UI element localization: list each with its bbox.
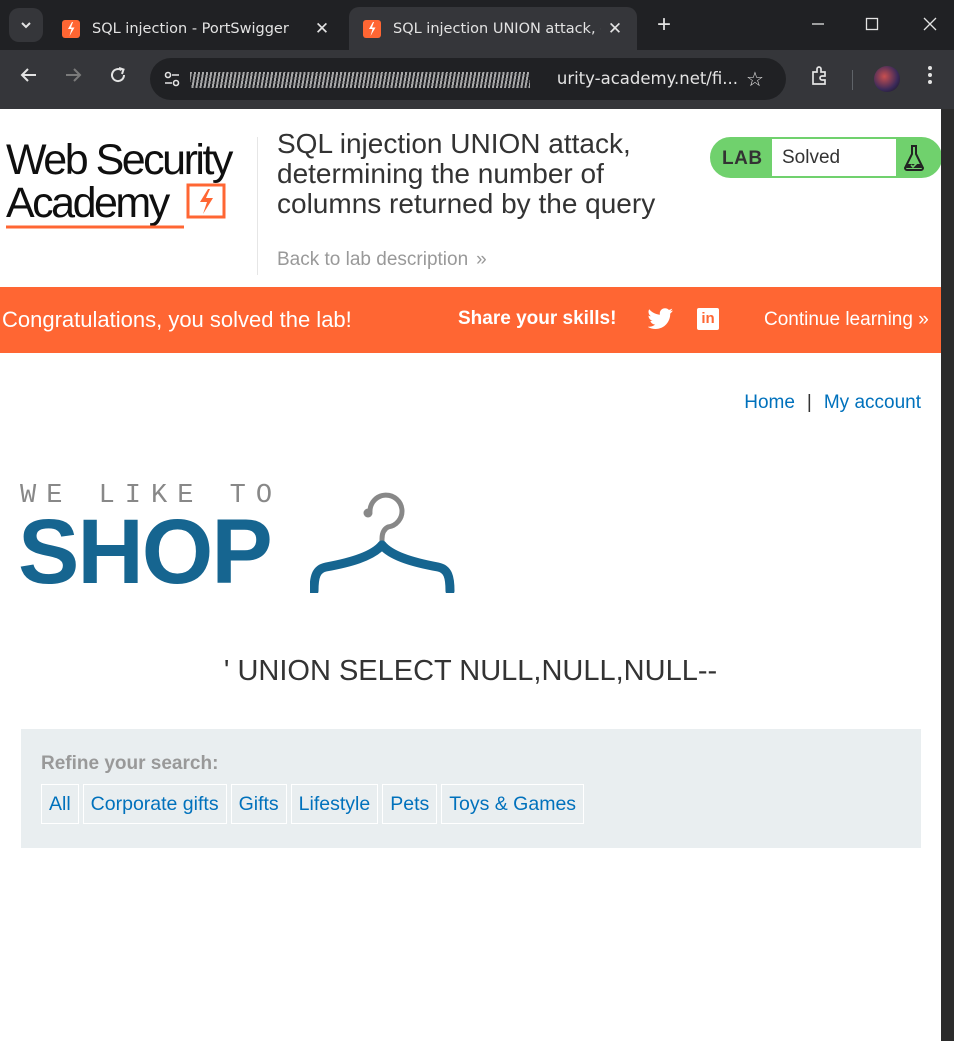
address-bar[interactable]: urity-academy.net/fi... ☆ [150, 58, 786, 100]
minimize-icon[interactable] [798, 10, 838, 40]
url-visible: urity-academy.net/fi... [556, 69, 738, 88]
academy-header: Web Security Academy SQL injection UNION… [0, 109, 941, 287]
status-box: Solved [772, 139, 896, 176]
site-info-icon[interactable] [162, 69, 182, 89]
refine-search-label: Refine your search: [41, 753, 219, 774]
category-pets[interactable]: Pets [382, 784, 438, 824]
close-tab-icon[interactable]: ✕ [308, 19, 336, 39]
share-skills-text: Share your skills! [458, 308, 617, 329]
logo-line-1: Web Security [6, 136, 233, 184]
category-corporate-gifts[interactable]: Corporate gifts [82, 784, 227, 824]
continue-learning-link[interactable]: Continue learning » [764, 309, 929, 331]
back-arrow-icon[interactable] [14, 64, 44, 94]
toolbar-divider [852, 70, 853, 90]
congratulations-text: Congratulations, you solved the lab! [2, 307, 352, 332]
back-link-label: Back to lab description [277, 249, 469, 270]
url-redacted [190, 72, 530, 88]
flask-icon [903, 145, 925, 171]
category-lifestyle[interactable]: Lifestyle [290, 784, 379, 824]
tab-search-button[interactable] [9, 8, 43, 42]
tab-bar: SQL injection - PortSwigger ✕ SQL inject… [0, 0, 954, 50]
category-toys-games[interactable]: Toys & Games [441, 784, 585, 824]
my-account-link[interactable]: My account [824, 392, 921, 413]
page-content: Web Security Academy SQL injection UNION… [0, 109, 941, 1041]
reload-icon[interactable] [103, 64, 133, 94]
chevron-down-icon [21, 22, 31, 29]
web-security-academy-logo[interactable]: Web Security Academy [4, 135, 254, 235]
maximize-icon[interactable] [852, 10, 892, 40]
logo-line-2: Academy [6, 179, 170, 227]
we-like-to-shop-logo: WE LIKE TO SHOP [18, 479, 470, 603]
tab-union-attack[interactable]: SQL injection UNION attack, de ✕ [349, 7, 637, 50]
profile-avatar[interactable] [874, 66, 900, 92]
nav-separator: | [806, 392, 812, 413]
academy-mark-icon [186, 183, 226, 219]
filter-panel: Refine your search: All Corporate gifts … [21, 729, 921, 848]
solved-banner: Congratulations, you solved the lab! Sha… [0, 287, 941, 353]
double-chevron-right-icon: » [476, 249, 487, 270]
close-tab-icon[interactable]: ✕ [601, 19, 629, 39]
lab-status-widget: LAB Solved [710, 137, 941, 178]
category-list: All Corporate gifts Gifts Lifestyle Pets… [41, 784, 588, 824]
back-to-lab-description-link[interactable]: Back to lab description » [277, 249, 487, 271]
portswigger-favicon-icon [363, 19, 381, 38]
close-window-icon[interactable] [910, 10, 950, 40]
extensions-icon[interactable] [808, 64, 832, 94]
tab-sql-injection[interactable]: SQL injection - PortSwigger ✕ [48, 7, 344, 50]
twitter-icon[interactable] [648, 307, 674, 331]
tab-title: SQL injection - PortSwigger [92, 20, 289, 37]
header-divider [257, 137, 258, 275]
lab-status-text: Solved [782, 147, 841, 168]
menu-kebab-icon[interactable] [926, 64, 934, 92]
tab-title: SQL injection UNION attack, de [393, 20, 601, 37]
search-term-heading: ' UNION SELECT NULL,NULL,NULL-- [223, 655, 718, 687]
category-gifts[interactable]: Gifts [230, 784, 287, 824]
new-tab-button[interactable]: + [650, 10, 678, 40]
page-scrollbar[interactable] [941, 109, 954, 1041]
hanger-icon [310, 492, 455, 593]
lab-title: SQL injection UNION attack, determining … [277, 128, 656, 219]
continue-learning-label: Continue learning [764, 309, 913, 330]
account-nav: Home | My account [744, 392, 921, 414]
browser-toolbar: urity-academy.net/fi... ☆ [0, 50, 954, 109]
forward-arrow-icon[interactable] [58, 64, 88, 94]
lab-badge: LAB [722, 148, 763, 169]
portswigger-favicon-icon [62, 19, 80, 38]
logo-underline [6, 225, 184, 229]
shop-word: SHOP [18, 501, 273, 603]
category-all[interactable]: All [41, 784, 79, 824]
linkedin-icon[interactable]: in [697, 308, 719, 330]
home-link[interactable]: Home [744, 392, 795, 413]
bookmark-star-icon[interactable]: ☆ [746, 67, 764, 92]
